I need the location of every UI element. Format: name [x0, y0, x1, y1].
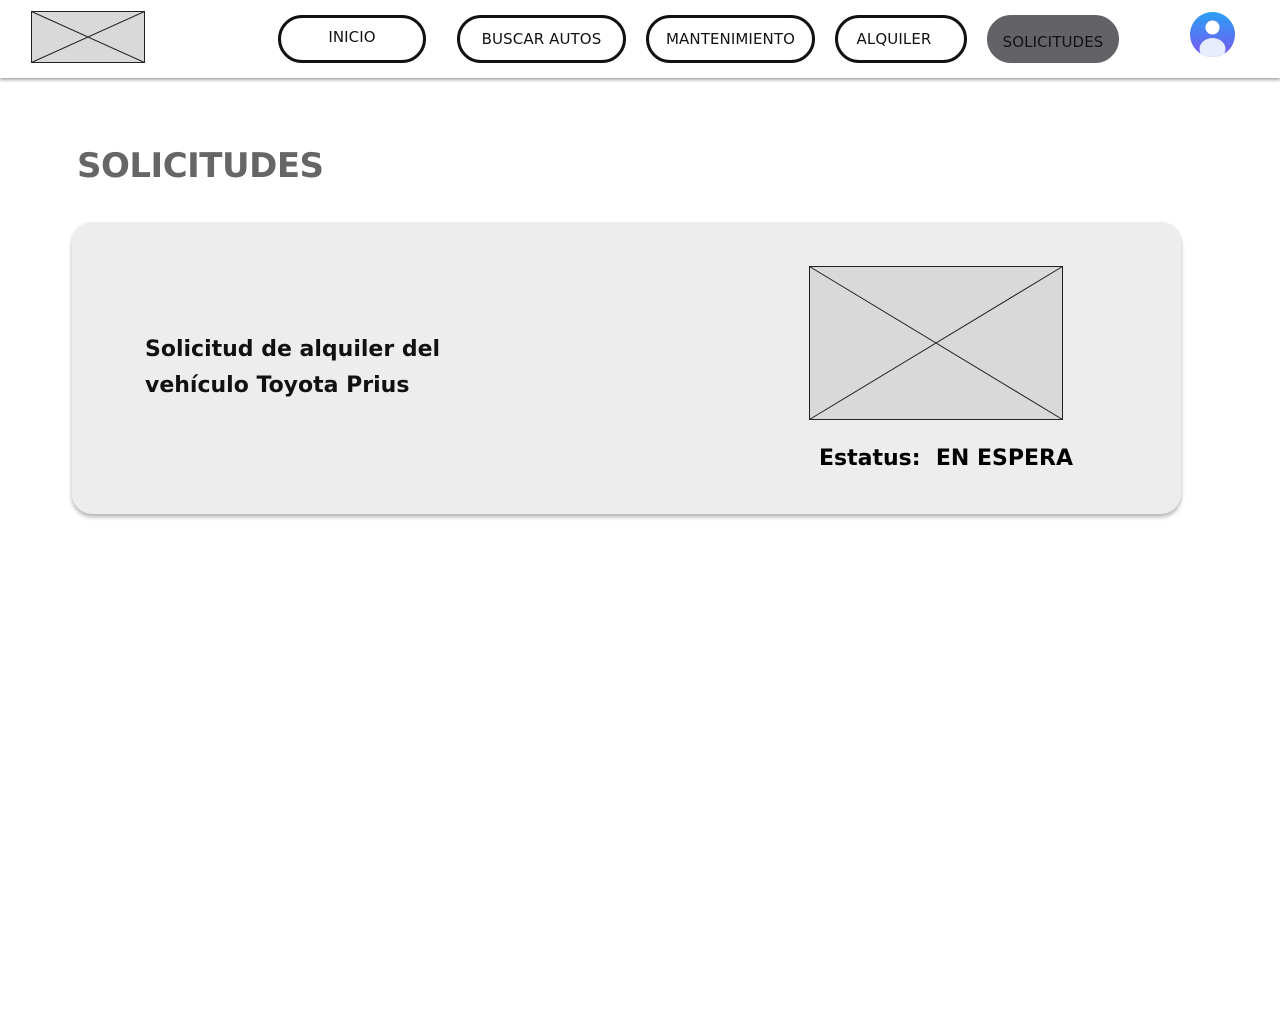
nav-inicio-button[interactable]: INICIO: [278, 15, 426, 63]
nav-inicio-label: INICIO: [328, 28, 376, 46]
nav-buscar-autos-label: BUSCAR AUTOS: [481, 30, 602, 48]
status-label: Estatus:: [819, 446, 921, 471]
status-value: EN ESPERA: [935, 446, 1073, 471]
nav-alquiler-button[interactable]: ALQUILER: [835, 15, 967, 63]
nav-solicitudes-button[interactable]: SOLICITUDES: [987, 15, 1119, 63]
nav-alquiler-label: ALQUILER: [856, 30, 932, 48]
page-title: SOLICITUDES: [77, 146, 324, 186]
top-navbar: INICIO BUSCAR AUTOS MANTENIMIENTO ALQUIL…: [0, 0, 1280, 78]
nav-mantenimiento-label: MANTENIMIENTO: [665, 30, 796, 48]
nav-solicitudes-label: SOLICITUDES: [1002, 33, 1104, 51]
user-avatar-icon[interactable]: [1190, 12, 1235, 57]
logo-placeholder-icon[interactable]: [31, 11, 145, 63]
request-status: Estatus: EN ESPERA: [819, 446, 1073, 471]
request-card[interactable]: Solicitud de alquiler del vehículo Toyot…: [72, 222, 1181, 514]
vehicle-image-placeholder-icon: [809, 266, 1063, 420]
nav-mantenimiento-button[interactable]: MANTENIMIENTO: [646, 15, 815, 63]
nav-buscar-autos-button[interactable]: BUSCAR AUTOS: [457, 15, 626, 63]
request-description: Solicitud de alquiler del vehículo Toyot…: [145, 337, 441, 398]
